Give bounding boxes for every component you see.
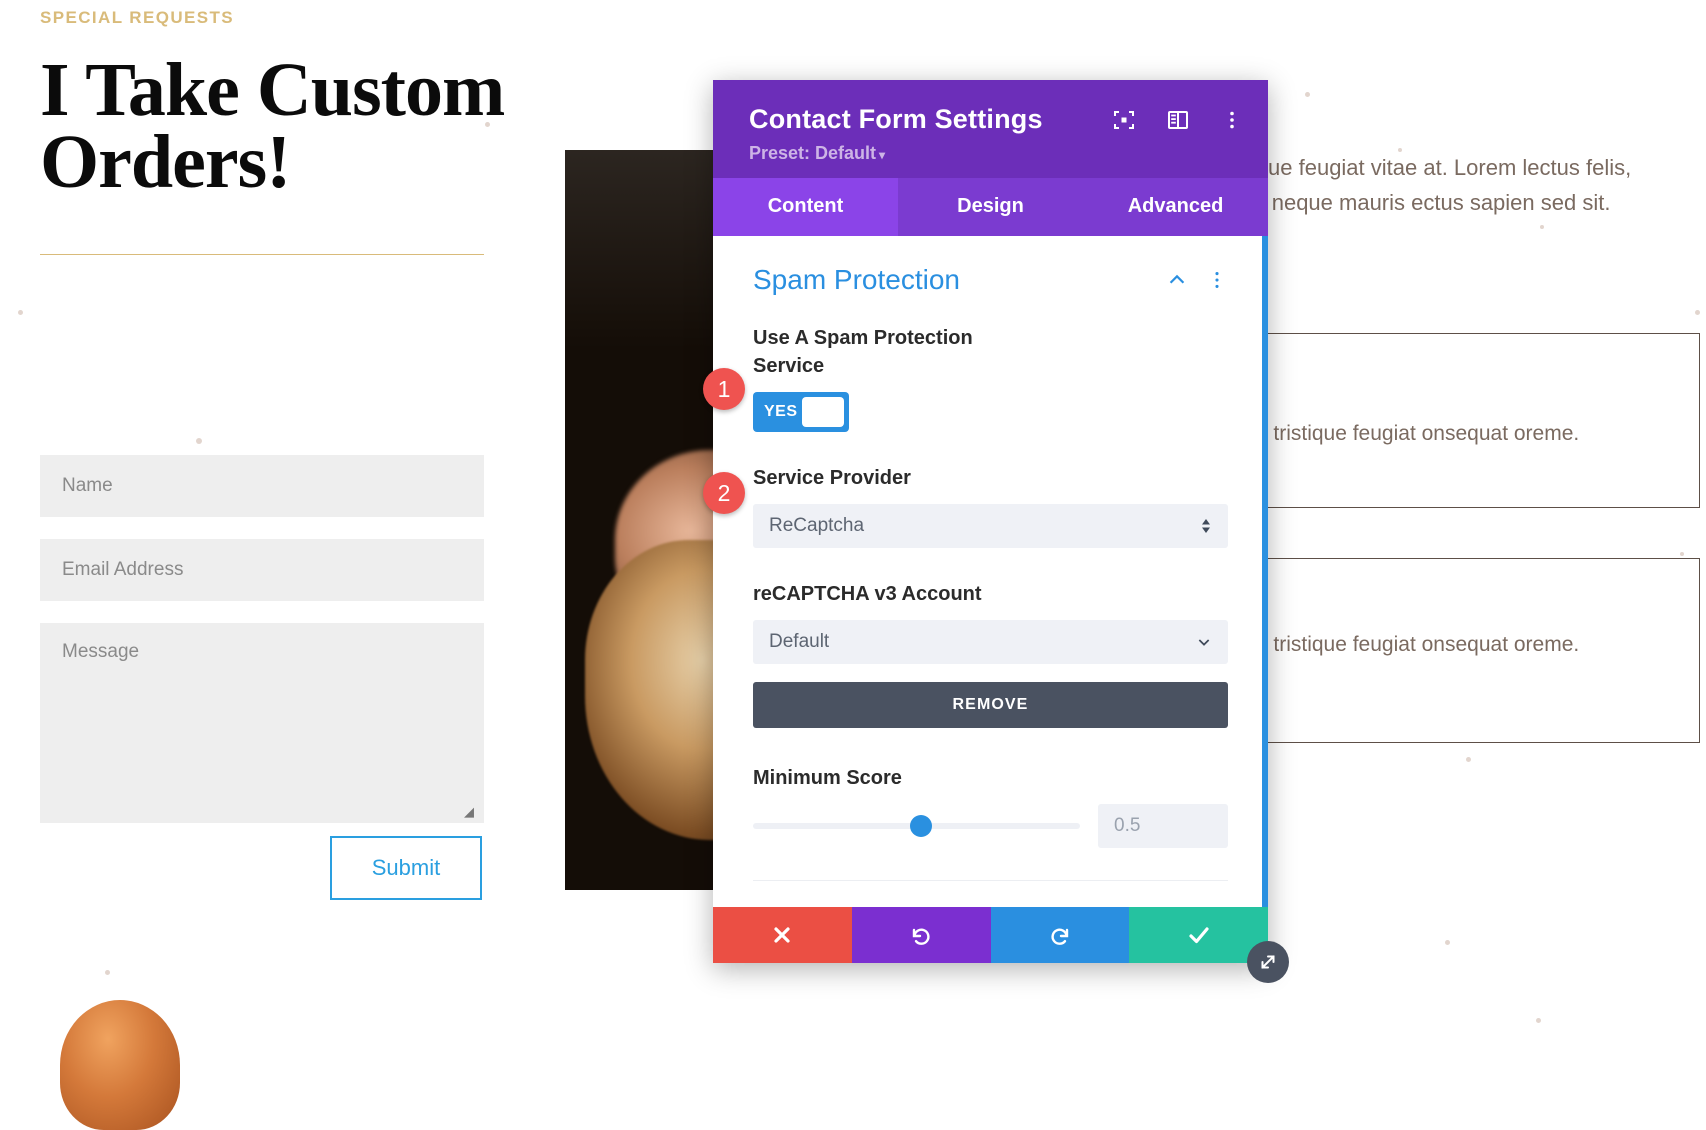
minimum-score-control: 0.5 <box>753 804 1228 848</box>
service-provider-value: ReCaptcha <box>769 515 865 536</box>
more-vertical-icon[interactable] <box>1206 269 1228 291</box>
toggle-value: YES <box>764 403 798 420</box>
close-icon <box>774 927 790 943</box>
tab-design[interactable]: Design <box>898 178 1083 236</box>
modal-scrollbar[interactable] <box>1262 236 1268 907</box>
more-vertical-icon[interactable] <box>1220 108 1244 132</box>
email-input[interactable]: Email Address <box>40 539 484 601</box>
modal-resize-handle[interactable] <box>1247 941 1289 983</box>
chevron-down-icon: ▾ <box>879 148 886 162</box>
spam-protection-toggle[interactable]: YES <box>753 392 849 432</box>
decor-speck <box>1305 92 1310 97</box>
message-textarea[interactable]: Message ◢ <box>40 623 484 823</box>
chevron-up-icon[interactable] <box>1166 269 1188 291</box>
service-provider-label: Service Provider <box>753 467 911 489</box>
decor-speck <box>105 970 110 975</box>
hero-text-column: SPECIAL REQUESTS I Take Custom Orders! <box>40 0 540 256</box>
modal-header: Contact Form Settings Preset: Default ▾ <box>713 80 1268 178</box>
decor-speck <box>196 438 202 444</box>
decor-speck <box>1466 757 1471 762</box>
callout-badge-1: 1 <box>703 368 745 410</box>
recaptcha-account-label: reCAPTCHA v3 Account <box>753 583 982 605</box>
tab-content[interactable]: Content <box>713 178 898 236</box>
spam-protection-section-header: Spam Protection <box>753 264 1228 296</box>
layout-columns-icon[interactable] <box>1166 108 1190 132</box>
decor-speck <box>1695 310 1700 315</box>
remove-button[interactable]: REMOVE <box>753 682 1228 728</box>
eyebrow-label: SPECIAL REQUESTS <box>40 8 235 27</box>
tab-advanced[interactable]: Advanced <box>1083 178 1268 236</box>
page-title: I Take Custom Orders! <box>40 48 505 205</box>
check-icon <box>1189 927 1209 944</box>
resize-diagonal-icon <box>1261 955 1275 969</box>
modal-header-actions <box>1112 108 1244 132</box>
message-placeholder: Message <box>62 641 140 662</box>
modal-scrollbar-thumb[interactable] <box>1262 236 1268 907</box>
decor-speck <box>1540 225 1544 229</box>
decor-speck <box>1536 1018 1541 1023</box>
minimum-score-label: Minimum Score <box>753 767 902 789</box>
link-section-header[interactable]: Link <box>713 881 1268 907</box>
recaptcha-account-value: Default <box>769 631 830 652</box>
undo-icon <box>912 928 930 945</box>
section-title: Spam Protection <box>753 264 960 295</box>
cancel-button[interactable] <box>713 907 852 963</box>
chevron-down-icon <box>1196 634 1212 650</box>
decor-speck <box>1445 940 1450 945</box>
photo-person-hair <box>60 1000 180 1130</box>
redo-button[interactable] <box>990 907 1130 963</box>
textarea-resize-icon[interactable]: ◢ <box>464 805 478 819</box>
hero-divider <box>40 254 484 256</box>
minimum-score-input[interactable]: 0.5 <box>1098 804 1228 848</box>
undo-button[interactable] <box>851 907 991 963</box>
modal-body: Spam Protection Use A Spam Protection Se… <box>713 236 1268 907</box>
modal-footer <box>713 907 1268 963</box>
minimum-score-slider[interactable] <box>753 815 1080 837</box>
decor-speck <box>18 310 23 315</box>
modal-tabs: Content Design Advanced <box>713 178 1268 236</box>
submit-button[interactable]: Submit <box>330 836 482 900</box>
contact-form-settings-modal: Contact Form Settings Preset: Default ▾ C… <box>713 80 1268 963</box>
updown-arrows-icon <box>1200 516 1212 536</box>
use-spam-service-label: Use A Spam Protection Service <box>753 327 973 377</box>
focus-icon[interactable] <box>1112 108 1136 132</box>
slider-thumb[interactable] <box>909 815 932 837</box>
callout-badge-2: 2 <box>703 472 745 514</box>
toggle-knob <box>802 397 844 427</box>
service-provider-select[interactable]: ReCaptcha <box>753 504 1228 548</box>
preset-label: Preset: Default <box>749 143 877 163</box>
preset-selector[interactable]: Preset: Default ▾ <box>749 143 1246 164</box>
recaptcha-account-select[interactable]: Default <box>753 620 1228 664</box>
name-input[interactable]: Name <box>40 455 484 517</box>
redo-icon <box>1051 928 1069 945</box>
decor-speck <box>1680 552 1684 556</box>
